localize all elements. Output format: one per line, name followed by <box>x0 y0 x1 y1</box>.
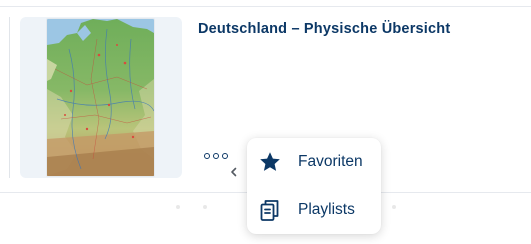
list-top-border <box>0 0 531 7</box>
list-left-rule <box>9 17 10 178</box>
menu-item-playlists[interactable]: Playlists <box>247 188 381 232</box>
germany-map-thumbnail[interactable] <box>47 19 154 176</box>
menu-item-label: Playlists <box>298 201 355 218</box>
playlist-icon <box>258 198 282 222</box>
ellipsis-icon-dot <box>213 153 219 159</box>
menu-item-label: Favoriten <box>298 153 363 170</box>
star-icon <box>258 150 282 174</box>
item-title[interactable]: Deutschland – Physische Übersicht <box>198 21 450 37</box>
faded-pager-dot <box>176 205 180 209</box>
chevron-left-icon[interactable] <box>228 165 240 177</box>
add-to-menu: Favoriten Playlists <box>247 138 381 234</box>
more-options-button[interactable] <box>204 148 234 164</box>
faded-pager-dot <box>203 205 207 209</box>
media-thumbnail-card[interactable] <box>20 17 182 178</box>
faded-pager-dot <box>392 205 396 209</box>
ellipsis-icon-dot <box>204 153 210 159</box>
menu-item-favoriten[interactable]: Favoriten <box>247 140 381 184</box>
ellipsis-icon-dot <box>222 153 228 159</box>
